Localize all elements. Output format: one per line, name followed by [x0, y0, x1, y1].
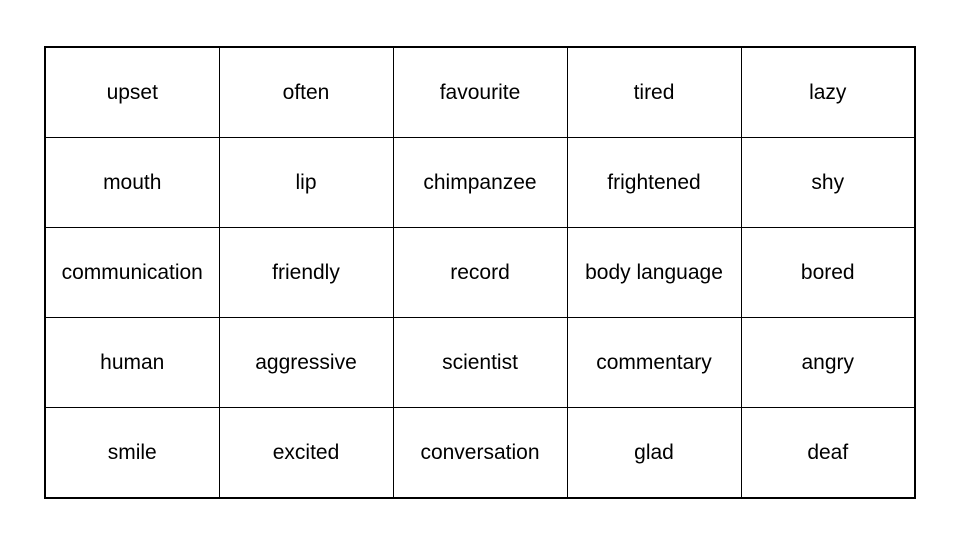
word-cell: communication: [44, 227, 220, 318]
word-cell: commentary: [566, 317, 742, 408]
word-cell: shy: [740, 137, 916, 228]
table-row: human aggressive scientist commentary an…: [44, 317, 916, 408]
table-row: upset often favourite tired lazy: [44, 46, 916, 138]
word-cell: bored: [740, 227, 916, 318]
word-cell: frightened: [566, 137, 742, 228]
word-cell: chimpanzee: [392, 137, 568, 228]
table-row: communication friendly record body langu…: [44, 227, 916, 318]
word-cell: lip: [218, 137, 394, 228]
table-row: smile excited conversation glad deaf: [44, 407, 916, 499]
word-cell: scientist: [392, 317, 568, 408]
table-row: mouth lip chimpanzee frightened shy: [44, 137, 916, 228]
word-cell: glad: [566, 407, 742, 499]
word-cell: mouth: [44, 137, 220, 228]
word-cell: deaf: [740, 407, 916, 499]
word-cell: conversation: [392, 407, 568, 499]
word-cell: upset: [44, 46, 220, 138]
word-cell: aggressive: [218, 317, 394, 408]
page: upset often favourite tired lazy mouth l…: [0, 0, 960, 540]
word-cell: favourite: [392, 46, 568, 138]
word-cell: friendly: [218, 227, 394, 318]
word-cell: often: [218, 46, 394, 138]
word-cell: tired: [566, 46, 742, 138]
word-cell: angry: [740, 317, 916, 408]
word-cell: body language: [566, 227, 742, 318]
word-cell: record: [392, 227, 568, 318]
word-cell: lazy: [740, 46, 916, 138]
word-cell: human: [44, 317, 220, 408]
word-cell: excited: [218, 407, 394, 499]
word-cell: smile: [44, 407, 220, 499]
word-grid-table: upset often favourite tired lazy mouth l…: [44, 46, 916, 499]
